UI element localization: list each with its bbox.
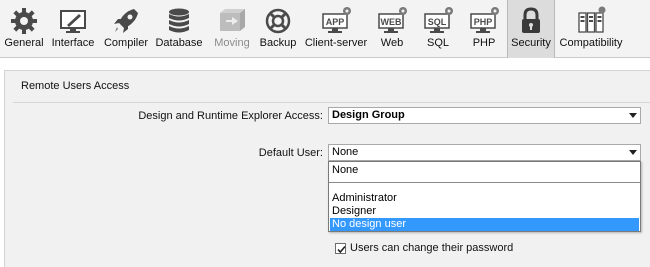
moving-icon [220,9,245,31]
toolbar-label: General [4,37,44,49]
rocket-icon [114,9,138,33]
toolbar-item-php[interactable]: PHP PHP [464,0,504,58]
toolbar-item-backup[interactable]: Backup [256,0,300,58]
app-badge: APP [326,17,345,27]
sql-badge: SQL [428,17,447,27]
toolbar-label: Security [511,37,551,49]
lifebuoy-icon [265,8,291,34]
change-password-label: Users can change their password [350,242,514,254]
dropdown-option-administrator[interactable]: Administrator [330,192,639,205]
toolbar-label: Moving [214,37,250,49]
explorer-access-select[interactable]: Design Group [328,107,641,124]
dropdown-option-designer[interactable]: Designer [330,205,639,218]
web-icon: WEB [378,7,407,33]
toolbar-item-interface[interactable]: Interface [48,0,98,58]
php-icon: PHP [470,7,499,33]
preferences-toolbar: General Interface Compiler Database Movi… [0,0,650,58]
compatibility-icon [578,6,606,33]
toolbar-item-security[interactable]: Security [507,0,555,58]
chevron-down-icon [629,150,637,155]
dropdown-option-none[interactable]: None [330,164,639,177]
web-badge: WEB [381,17,402,27]
toolbar-label: Backup [259,37,297,49]
toolbar-label: SQL [426,37,449,49]
lock-icon [522,7,540,33]
toolbar-item-general[interactable]: General [2,0,46,58]
toolbar-label: Client-server [304,37,368,49]
sql-icon: SQL [424,7,453,33]
toolbar-label: Compatibility [559,37,623,49]
toolbar-label: Compiler [103,37,148,49]
php-badge: PHP [474,17,493,27]
checkmark-icon [337,245,346,253]
toolbar-item-web[interactable]: WEB Web [372,0,412,58]
explorer-access-value: Design Group [332,109,405,121]
toolbar-item-database[interactable]: Database [154,0,204,58]
change-password-option[interactable]: Users can change their password [335,241,513,255]
toolbar-label: PHP [472,37,496,49]
interface-icon [60,10,86,33]
toolbar-item-sql[interactable]: SQL SQL [418,0,458,58]
chevron-down-icon [629,113,637,118]
toolbar-label: Database [155,37,203,49]
default-user-label: Default User: [258,147,323,159]
explorer-access-label: Design and Runtime Explorer Access: [138,110,323,122]
database-icon [169,8,189,33]
dropdown-separator [329,182,640,183]
toolbar-label: Interface [51,37,95,49]
toolbar-item-client-server[interactable]: APP Client-server [302,0,370,58]
group-divider [13,102,650,103]
toolbar-item-compatibility[interactable]: Compatibility [556,0,626,58]
toolbar-item-moving[interactable]: Moving [209,0,255,58]
gear-icon [11,8,37,34]
default-user-value: None [332,146,359,158]
change-password-checkbox[interactable] [335,242,346,254]
toolbar-item-compiler[interactable]: Compiler [102,0,150,58]
toolbar-label: Web [380,37,404,49]
default-user-select[interactable]: None [328,144,641,161]
dropdown-option-no-design-user[interactable]: No design user [330,218,639,231]
app-icon: APP [322,7,351,33]
default-user-dropdown-list: None Administrator Designer No design us… [328,161,641,232]
group-title: Remote Users Access [21,80,130,92]
